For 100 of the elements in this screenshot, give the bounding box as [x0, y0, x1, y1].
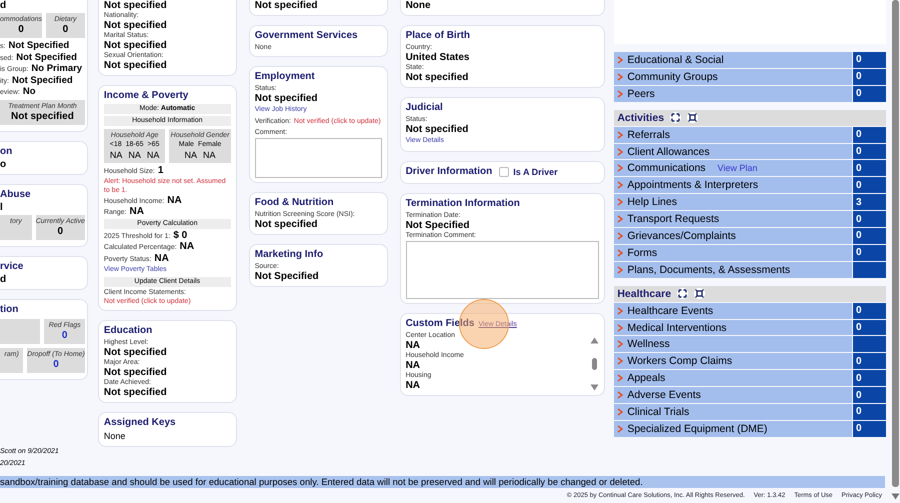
- list-item[interactable]: Appointments & Interpreters: [614, 177, 852, 194]
- box-value: 0: [58, 226, 64, 238]
- checkbox-label[interactable]: Is A Driver: [513, 167, 558, 177]
- field-value: NA: [167, 194, 182, 206]
- field-value: NA: [154, 252, 169, 264]
- field-value: Not specified: [104, 0, 168, 11]
- list-item[interactable]: Client Allowances: [614, 144, 852, 160]
- card-title: Driver Information: [406, 165, 492, 179]
- count-cell: 0: [853, 52, 886, 68]
- section-title: Healthcare: [617, 288, 672, 300]
- field-value: Not specified: [254, 0, 319, 11]
- list-item[interactable]: Workers Comp Claims: [614, 353, 852, 370]
- card-title: Judicial: [406, 101, 443, 115]
- field-value: NA: [129, 206, 144, 218]
- field-value: d: [0, 0, 8, 11]
- card-title: Termination Information: [406, 197, 520, 211]
- list-item[interactable]: Educational & Social: [614, 52, 852, 68]
- collapse-icon[interactable]: [687, 112, 698, 124]
- box-value: 0: [18, 24, 24, 36]
- field-value: Not specified: [406, 72, 470, 83]
- list-item[interactable]: Community Groups: [614, 68, 852, 85]
- list-item[interactable]: Transport Requests: [614, 211, 852, 228]
- field-value: NA: [406, 380, 422, 391]
- comment-field[interactable]: [406, 241, 600, 299]
- list-item[interactable]: Specialized Equipment (DME): [614, 420, 852, 437]
- box-value: 0: [62, 24, 68, 36]
- count-cell: [853, 336, 886, 352]
- card-title: Assigned Keys: [104, 416, 176, 430]
- field-value: None: [104, 430, 126, 442]
- count-cell: 0: [853, 144, 886, 160]
- collapse-icon[interactable]: [694, 288, 706, 300]
- card-title: on: [0, 144, 12, 158]
- list-item[interactable]: Peers: [614, 86, 852, 102]
- count-cell: [853, 262, 886, 278]
- link[interactable]: View Plan: [718, 163, 758, 174]
- field-value: d: [0, 274, 8, 284]
- card-title: Income & Poverty: [104, 89, 188, 103]
- card-title: Marketing Info: [254, 248, 324, 262]
- count-cell: 0: [853, 68, 886, 85]
- field-value: None: [406, 0, 432, 11]
- list-item[interactable]: Wellness: [614, 336, 852, 352]
- list-item[interactable]: Appeals: [614, 370, 852, 386]
- field-value: Not Specified: [8, 40, 70, 52]
- card-title: Abuse: [0, 188, 31, 202]
- count-cell: 0: [853, 211, 886, 228]
- section-title: Activities: [617, 112, 664, 124]
- field-value: Not Specified: [254, 270, 320, 282]
- field-value: Not Specified: [16, 52, 77, 63]
- list-item[interactable]: Adverse Events: [614, 387, 852, 404]
- box-value: Not specified: [11, 110, 74, 122]
- list-item[interactable]: Referrals: [614, 126, 852, 143]
- notice-banner: sandbox/training database and should be used for educational purposes only. Entered data will not be preserved and will periodically be changed or deleted.: [0, 476, 885, 488]
- count-cell: 0: [853, 420, 886, 437]
- list-item[interactable]: Help Lines: [614, 194, 852, 210]
- count-cell: 0: [853, 126, 886, 143]
- field-value: Not specified: [406, 124, 470, 135]
- list-item[interactable]: Forms: [614, 244, 852, 261]
- field-value: o: [0, 158, 8, 170]
- count-cell: 0: [853, 387, 886, 404]
- field-value: United States: [406, 52, 470, 63]
- count-cell: 0: [853, 320, 886, 336]
- list-item[interactable]: Communications View Plan: [614, 160, 852, 176]
- card-title: Employment: [254, 70, 315, 84]
- field-value: No: [22, 86, 36, 98]
- box-value[interactable]: 0: [62, 330, 68, 342]
- scroll-up-icon: [590, 337, 599, 344]
- field-value: No Primary: [31, 63, 82, 74]
- field-value: Not specified: [104, 387, 168, 398]
- expand-icon[interactable]: [677, 288, 688, 300]
- box-value[interactable]: 0: [53, 358, 59, 370]
- box-value: NA: [108, 150, 124, 161]
- card-title: Custom Fields: [406, 317, 474, 331]
- field-value: Not Specified: [12, 74, 73, 86]
- field-value: Not specified: [254, 93, 319, 104]
- scroll-down-icon[interactable]: [890, 493, 900, 500]
- count-cell: 0: [853, 370, 886, 386]
- count-cell: 0: [853, 160, 886, 176]
- list-item[interactable]: Plans, Documents, & Assessments: [614, 262, 852, 278]
- list-item[interactable]: Medical Interventions: [614, 320, 852, 336]
- card-title: Food & Nutrition: [254, 196, 334, 210]
- stat-box: [0, 318, 40, 344]
- card-title: rvice: [0, 260, 24, 274]
- count-cell: 0: [853, 353, 886, 370]
- card-title: Government Services: [254, 29, 358, 43]
- count-cell: 3: [853, 194, 886, 210]
- expand-icon[interactable]: [670, 112, 682, 124]
- list-item[interactable]: Healthcare Events: [614, 302, 852, 319]
- field-value: NA: [180, 241, 194, 252]
- count-cell: 0: [853, 302, 886, 319]
- scrollbar-thumb[interactable]: [592, 358, 597, 370]
- list-item[interactable]: Grievances/Complaints: [614, 228, 852, 244]
- scrollbar-thumb[interactable]: [892, 0, 899, 487]
- checkbox[interactable]: [499, 167, 510, 177]
- list-item[interactable]: Clinical Trials: [614, 404, 852, 420]
- field-value: NA: [406, 360, 422, 371]
- field-value: Not specified: [104, 20, 168, 31]
- count-cell: 0: [853, 244, 886, 261]
- box-value: NA: [146, 150, 160, 161]
- count-cell: 0: [853, 177, 886, 194]
- comment-field[interactable]: [254, 138, 382, 178]
